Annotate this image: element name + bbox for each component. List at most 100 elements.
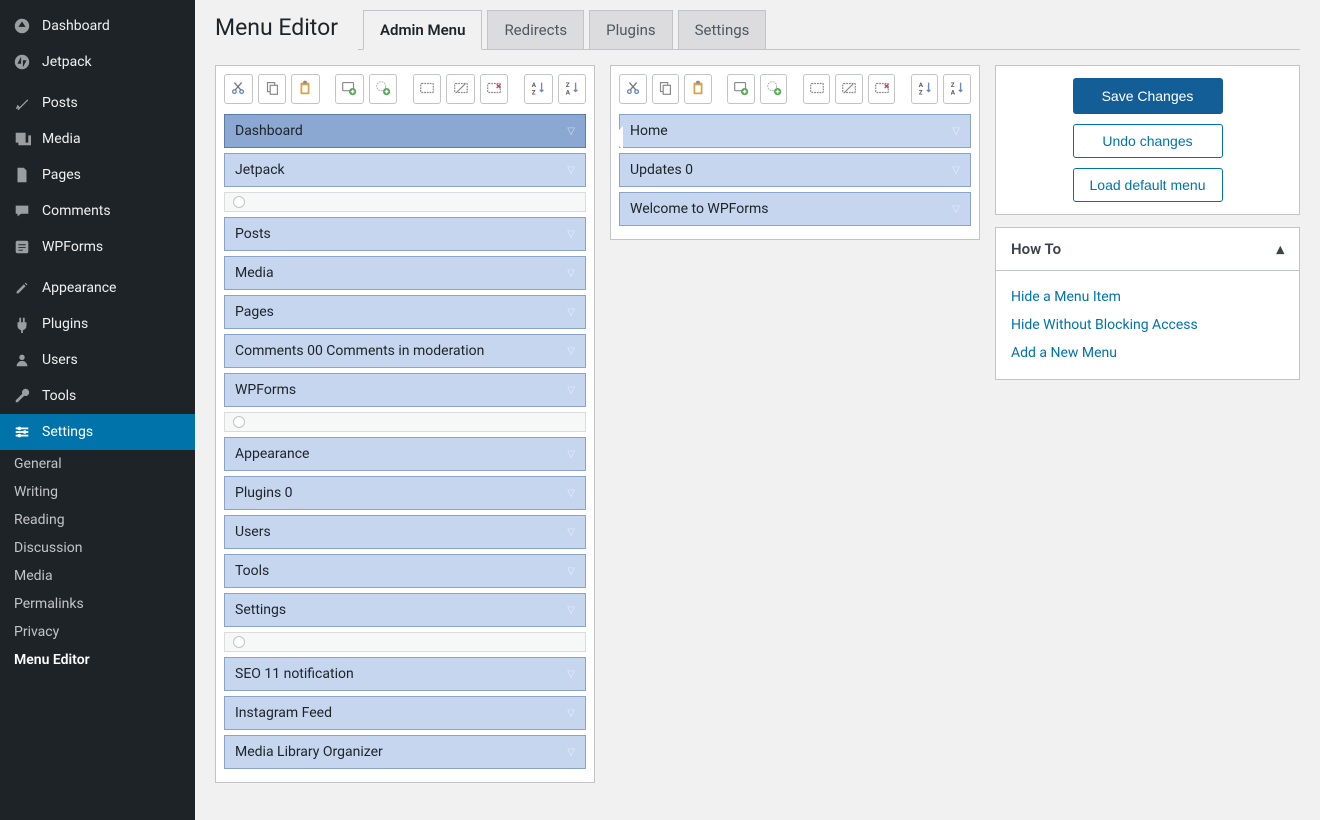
copy-button[interactable] — [652, 74, 680, 104]
howto-link[interactable]: Hide a Menu Item — [1011, 283, 1284, 311]
menu-item-label: Media Library Organizer — [235, 744, 383, 760]
sidebar-item-comments[interactable]: Comments — [0, 193, 195, 229]
sidebar-item-label: Settings — [42, 424, 93, 440]
expand-icon[interactable]: ▽ — [567, 307, 575, 318]
tab-settings[interactable]: Settings — [678, 10, 767, 49]
menu-item-updates[interactable]: Updates 0▽ — [619, 153, 971, 187]
expand-icon[interactable]: ▽ — [952, 165, 960, 176]
menu-item-instagram[interactable]: Instagram Feed▽ — [224, 696, 586, 730]
expand-icon[interactable]: ▽ — [567, 669, 575, 680]
sidebar-subitem-discussion[interactable]: Discussion — [0, 534, 195, 562]
menu-separator[interactable] — [224, 192, 586, 212]
sort-az-button[interactable]: AZ — [524, 74, 553, 104]
show-button[interactable] — [835, 74, 863, 104]
hide-button[interactable] — [413, 74, 442, 104]
cut-button[interactable] — [224, 74, 253, 104]
cut-icon — [624, 79, 642, 100]
sidebar-item-users[interactable]: Users — [0, 342, 195, 378]
sidebar-item-jetpack[interactable]: Jetpack — [0, 44, 195, 80]
paste-icon — [689, 79, 707, 100]
sidebar-item-posts[interactable]: Posts — [0, 85, 195, 121]
sidebar-item-label: Appearance — [42, 280, 116, 296]
paste-button[interactable] — [291, 74, 320, 104]
add-sep-button[interactable] — [760, 74, 788, 104]
menu-item-appearance[interactable]: Appearance▽ — [224, 437, 586, 471]
save-button[interactable]: Save Changes — [1073, 78, 1223, 114]
menu-item-home[interactable]: Home▽ — [619, 114, 971, 148]
menu-item-wpforms[interactable]: WPForms▽ — [224, 373, 586, 407]
menu-item-posts[interactable]: Posts▽ — [224, 217, 586, 251]
hide-button[interactable] — [803, 74, 831, 104]
menu-separator[interactable] — [224, 412, 586, 432]
menu-separator[interactable] — [224, 632, 586, 652]
menu-item-plugins[interactable]: Plugins 0▽ — [224, 476, 586, 510]
sidebar-subitem-reading[interactable]: Reading — [0, 506, 195, 534]
copy-button[interactable] — [258, 74, 287, 104]
sidebar-item-dashboard[interactable]: Dashboard — [0, 8, 195, 44]
expand-icon[interactable]: ▽ — [567, 527, 575, 538]
howto-link[interactable]: Hide Without Blocking Access — [1011, 311, 1284, 339]
undo-button[interactable]: Undo changes — [1073, 124, 1223, 158]
expand-icon[interactable]: ▽ — [567, 708, 575, 719]
expand-icon[interactable]: ▽ — [567, 229, 575, 240]
expand-icon[interactable]: ▽ — [952, 126, 960, 137]
sidebar-subitem-general[interactable]: General — [0, 450, 195, 478]
sidebar-item-appearance[interactable]: Appearance — [0, 270, 195, 306]
show-button[interactable] — [446, 74, 475, 104]
expand-icon[interactable]: ▽ — [567, 566, 575, 577]
tab-admin-menu[interactable]: Admin Menu — [363, 10, 482, 50]
delete-icon — [485, 79, 503, 100]
sidebar-item-plugins[interactable]: Plugins — [0, 306, 195, 342]
sidebar-item-pages[interactable]: Pages — [0, 157, 195, 193]
menu-item-label: Tools — [235, 563, 269, 579]
paste-button[interactable] — [684, 74, 712, 104]
howto-header[interactable]: How To ▴ — [996, 228, 1299, 271]
expand-icon[interactable]: ▽ — [567, 747, 575, 758]
tab-redirects[interactable]: Redirects — [487, 10, 584, 49]
sidebar-subitem-media[interactable]: Media — [0, 562, 195, 590]
add-button[interactable] — [727, 74, 755, 104]
jetpack-icon — [12, 52, 32, 72]
cut-button[interactable] — [619, 74, 647, 104]
svg-text:Z: Z — [532, 88, 536, 96]
expand-icon[interactable]: ▽ — [567, 605, 575, 616]
sidebar-item-media[interactable]: Media — [0, 121, 195, 157]
menu-item-users[interactable]: Users▽ — [224, 515, 586, 549]
sort-za-button[interactable]: ZA — [558, 74, 587, 104]
sidebar-subitem-writing[interactable]: Writing — [0, 478, 195, 506]
sort-az-button[interactable]: AZ — [911, 74, 939, 104]
menu-item-welcome[interactable]: Welcome to WPForms▽ — [619, 192, 971, 226]
expand-icon[interactable]: ▽ — [567, 385, 575, 396]
sidebar-subitem-privacy[interactable]: Privacy — [0, 618, 195, 646]
sort-za-button[interactable]: ZA — [943, 74, 971, 104]
menu-item-media[interactable]: Media Library Organizer ▽ — [224, 735, 586, 769]
expand-icon[interactable]: ▽ — [567, 268, 575, 279]
delete-button[interactable] — [868, 74, 896, 104]
sidebar-item-settings[interactable]: Settings — [0, 414, 195, 450]
add-sep-button[interactable] — [369, 74, 398, 104]
menu-item-pages[interactable]: Pages▽ — [224, 295, 586, 329]
sidebar-subitem-menu-editor[interactable]: Menu Editor — [0, 646, 195, 674]
sidebar-subitem-permalinks[interactable]: Permalinks — [0, 590, 195, 618]
menu-item-jetpack[interactable]: Jetpack▽ — [224, 153, 586, 187]
howto-link[interactable]: Add a New Menu — [1011, 339, 1284, 367]
menu-item-comments[interactable]: Comments 00 Comments in moderation▽ — [224, 334, 586, 368]
expand-icon[interactable]: ▽ — [952, 204, 960, 215]
sidebar-item-tools[interactable]: Tools — [0, 378, 195, 414]
expand-icon[interactable]: ▽ — [567, 126, 575, 137]
menu-item-media[interactable]: Media▽ — [224, 256, 586, 290]
expand-icon[interactable]: ▽ — [567, 165, 575, 176]
sidebar-item-wpforms[interactable]: WPForms — [0, 229, 195, 265]
menu-item-settings[interactable]: Settings▽ — [224, 593, 586, 627]
expand-icon[interactable]: ▽ — [567, 449, 575, 460]
add-button[interactable] — [335, 74, 364, 104]
menu-item-tools[interactable]: Tools ▽ — [224, 554, 586, 588]
menu-item-seo[interactable]: SEO 11 notification▽ — [224, 657, 586, 691]
tab-plugins[interactable]: Plugins — [589, 10, 672, 49]
load-default-button[interactable]: Load default menu — [1073, 168, 1223, 202]
delete-button[interactable] — [480, 74, 509, 104]
menu-item-dashboard[interactable]: Dashboard▽ — [224, 114, 586, 148]
sort-za-icon: ZA — [948, 79, 966, 100]
expand-icon[interactable]: ▽ — [567, 346, 575, 357]
expand-icon[interactable]: ▽ — [567, 488, 575, 499]
